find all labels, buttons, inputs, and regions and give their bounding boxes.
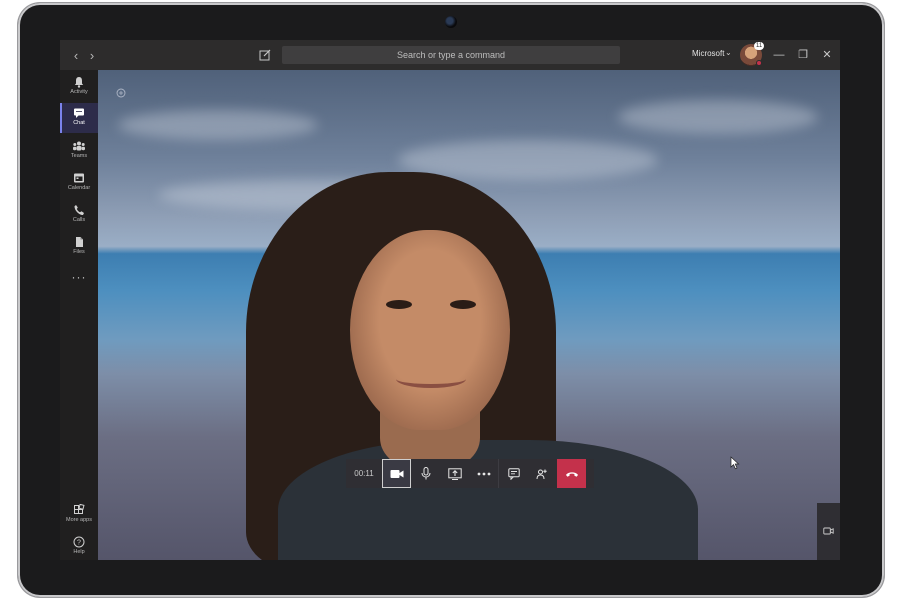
show-conversation-button[interactable] (499, 459, 528, 488)
participant-eye (386, 300, 412, 309)
calendar-icon (74, 173, 84, 183)
rail-item-label: Help (73, 549, 85, 555)
share-screen-icon (447, 467, 462, 480)
front-camera (445, 16, 457, 28)
rail-item-chat[interactable]: Chat (60, 103, 98, 133)
camera-toggle-button[interactable] (382, 459, 411, 488)
rail-item-files[interactable]: Files (60, 232, 98, 262)
rail-item-more-apps[interactable]: More apps (60, 500, 98, 530)
rail-item-calls[interactable]: Calls (60, 200, 98, 230)
back-arrow-icon[interactable]: ‹ (68, 48, 84, 63)
toggle-self-view-button[interactable] (817, 503, 840, 560)
svg-text:?: ? (77, 540, 81, 547)
file-icon (76, 237, 83, 247)
new-chat-icon[interactable] (258, 48, 272, 62)
background-cloud (118, 110, 318, 140)
rail-item-label: More apps (66, 517, 92, 523)
participants-icon (536, 469, 547, 479)
hang-up-button[interactable] (557, 459, 586, 488)
more-icon (477, 472, 490, 475)
rail-item-calendar[interactable]: Calendar (60, 168, 98, 198)
notification-badge: 11 (754, 42, 765, 50)
participant-shirt (278, 440, 698, 560)
share-screen-button[interactable] (440, 459, 469, 488)
mouse-cursor-icon (730, 456, 740, 470)
rail-item-activity[interactable]: Activity (60, 72, 98, 102)
chevron-down-icon[interactable]: ⌄ (725, 48, 732, 57)
more-actions-button[interactable] (469, 459, 498, 488)
chat-icon (74, 108, 84, 118)
hang-up-icon (565, 471, 578, 477)
rail-item-help[interactable]: ? Help (60, 532, 98, 560)
rail-item-label: Chat (73, 120, 85, 126)
participant-eye (450, 300, 476, 309)
rail-item-label: Calendar (67, 185, 91, 191)
teams-icon (73, 141, 85, 151)
participant-smile (396, 370, 466, 388)
phone-icon (74, 205, 84, 215)
rail-item-label: Teams (70, 153, 88, 159)
apps-icon (74, 504, 85, 514)
rail-item-teams[interactable]: Teams (60, 136, 98, 166)
video-feed: 00:11 (98, 70, 840, 560)
blur-background-icon (116, 88, 126, 98)
close-button[interactable]: ✕ (820, 48, 834, 62)
bell-icon (74, 77, 84, 88)
rail-item-label: Files (73, 249, 85, 255)
rail-item-label: Calls (72, 217, 86, 223)
app-rail: Activity Chat Teams Calendar Calls Files… (60, 70, 98, 560)
call-control-bar: 00:11 (346, 459, 594, 488)
forward-arrow-icon[interactable]: › (84, 48, 100, 63)
search-placeholder: Search or type a command (396, 50, 506, 60)
search-input[interactable]: Search or type a command (282, 46, 620, 64)
org-switcher[interactable]: Microsoft (692, 49, 724, 58)
minimize-button[interactable]: — (772, 48, 786, 62)
participant-face (350, 230, 510, 430)
presence-status-dot (756, 60, 762, 66)
background-cloud (618, 100, 818, 134)
teams-window: ‹ › Search or type a command Microsoft ⌄… (60, 40, 840, 560)
tablet-frame: ‹ › Search or type a command Microsoft ⌄… (18, 3, 884, 597)
microphone-toggle-button[interactable] (411, 459, 440, 488)
call-timer: 00:11 (354, 469, 374, 478)
maximize-button[interactable]: ❐ (796, 48, 810, 62)
help-icon: ? (73, 536, 85, 548)
self-view-icon (823, 527, 834, 535)
video-camera-icon (390, 469, 403, 478)
rail-item-label: Activity (70, 89, 88, 95)
microphone-icon (421, 467, 430, 480)
show-participants-button[interactable] (528, 459, 557, 488)
conversation-icon (507, 467, 520, 480)
more-options-icon[interactable]: ··· (60, 270, 98, 284)
